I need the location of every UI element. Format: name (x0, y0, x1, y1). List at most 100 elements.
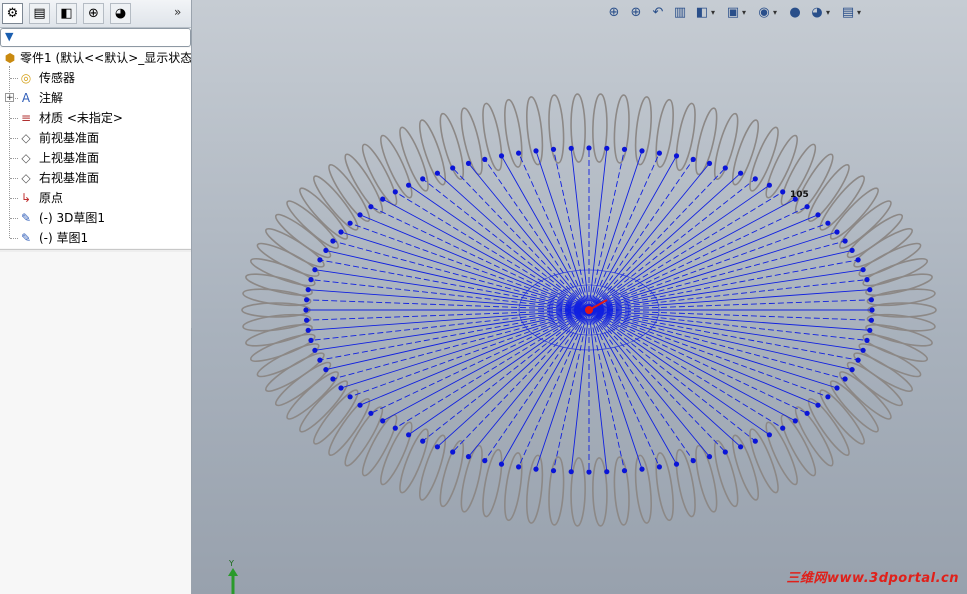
expand-icon[interactable]: + (5, 93, 14, 103)
section-view-icon[interactable]: ▥ (670, 2, 690, 22)
sketch-point (368, 410, 374, 416)
sketch-point (312, 347, 318, 353)
edit-appearance-icon[interactable]: ● (785, 2, 805, 22)
sketch-point (621, 468, 628, 474)
dimension-label[interactable]: 105 (790, 190, 809, 200)
graphics-area[interactable]: 105 Y ⊕ ⊕ ↶ ▥ ◧ ▾ ▣ ▾ ◉ ▾ ● ◕ ▾ ▤ ▾ 三维网www.3dportal.cn (192, 0, 967, 594)
sketch-point (868, 297, 875, 303)
sketch-point (864, 337, 870, 343)
dropdown-arrow-icon[interactable]: ▾ (857, 8, 861, 17)
dropdown-arrow-icon[interactable]: ▾ (742, 8, 746, 17)
tree-item-label: 上视基准面 (39, 151, 100, 165)
display-manager-tab[interactable]: ◕ (110, 3, 131, 24)
sketch-point (656, 150, 662, 156)
sketch-spoke (588, 309, 864, 351)
sketch-point (849, 247, 855, 253)
sketch-point (766, 432, 773, 438)
feature-filter-input[interactable]: ▼ (0, 28, 191, 47)
dimxpert-tab[interactable]: ⊕ (83, 3, 104, 24)
tree-branch-line (10, 118, 18, 119)
view-settings-icon[interactable]: ▤ (838, 2, 858, 22)
filter-icon[interactable]: ▼ (5, 30, 13, 43)
helix-coil (286, 200, 339, 249)
dropdown-arrow-icon[interactable]: ▾ (826, 8, 830, 17)
sketch-point (706, 160, 713, 166)
tree-item[interactable]: ◎ 传感器 (0, 68, 191, 88)
view-orientation-icon[interactable]: ◧ (692, 2, 712, 22)
featuremanager-tab[interactable]: ⚙ (2, 3, 23, 24)
hide-show-items-icon[interactable]: ◉ (754, 2, 774, 22)
watermark-text: 三维网www.3dportal.cn (786, 571, 959, 586)
tree-item[interactable]: ◇ 前视基准面 (0, 128, 191, 148)
sketch-point (338, 229, 344, 235)
sketch-point (392, 425, 398, 431)
tree-divider (0, 249, 191, 252)
sketch-point (834, 229, 840, 235)
dropdown-arrow-icon[interactable]: ▾ (773, 8, 777, 17)
sketch-point (308, 337, 314, 343)
tree-item-label: 右视基准面 (39, 171, 100, 185)
tree-branch-line (10, 78, 18, 79)
tree-root-part[interactable]: ⬢ 零件1 (默认<<默认>_显示状态 (0, 48, 191, 68)
sketch-point (303, 307, 309, 313)
sketch-point (842, 238, 848, 244)
part-icon: ⬢ (4, 51, 16, 65)
annotation-icon: A (21, 91, 31, 105)
tree-item[interactable]: ◇ 右视基准面 (0, 168, 191, 188)
sketch-point (368, 204, 374, 210)
sketch-point (465, 160, 472, 166)
helix-coil (592, 457, 608, 527)
helix-coil (829, 380, 879, 433)
helix-coil (713, 112, 739, 180)
tree-item[interactable]: ↳ 原点 (0, 188, 191, 208)
sketch-point (860, 347, 866, 353)
plane-icon: ◇ (21, 151, 31, 165)
sketch-point (482, 156, 488, 162)
tree-item-label: (-) 草图1 (39, 231, 89, 245)
zoom-to-fit-icon[interactable]: ⊕ (604, 2, 624, 22)
sketch-point (855, 357, 861, 363)
sketch-spoke (518, 309, 590, 468)
sketch-point (304, 317, 310, 323)
tree-branch-line (10, 198, 18, 199)
sketch-spoke (370, 309, 590, 414)
sketch-point (815, 402, 821, 408)
sketch-point (323, 247, 329, 253)
tree-branch-line (10, 218, 18, 219)
tree-item[interactable]: ≡ 材质 <未指定> (0, 108, 191, 128)
configurationmanager-tab[interactable]: ◧ (56, 3, 77, 24)
sketch-point (752, 176, 758, 182)
dropdown-arrow-icon[interactable]: ▾ (711, 8, 715, 17)
sketch-point (604, 469, 610, 475)
sketch-spoke (588, 309, 853, 371)
sketch-spoke (306, 309, 590, 321)
tree-item[interactable]: ◇ 上视基准面 (0, 148, 191, 168)
sketch-point (780, 425, 786, 431)
more-tabs-icon[interactable]: » (174, 5, 181, 19)
tree-item[interactable]: ✎ (-) 3D草图1 (0, 208, 191, 228)
tree-item-label: 传感器 (39, 71, 76, 85)
sketch-spoke (484, 309, 590, 461)
sketch-point (482, 458, 488, 464)
reference-triad: Y (228, 559, 238, 594)
zoom-to-area-icon[interactable]: ⊕ (626, 2, 646, 22)
sketch-point (842, 376, 848, 382)
previous-view-icon[interactable]: ↶ (648, 2, 668, 22)
sketch-point (498, 461, 505, 467)
sketch-point (804, 410, 810, 416)
model-canvas[interactable]: 105 Y (192, 0, 967, 594)
helix-coil (655, 98, 674, 168)
sketch-point (722, 165, 728, 171)
helix-coil (570, 93, 586, 163)
tree-item[interactable]: + A 注解 (0, 88, 191, 108)
sketch-point (305, 327, 311, 333)
display-style-icon[interactable]: ▣ (723, 2, 743, 22)
propertymanager-tab[interactable]: ▤ (29, 3, 50, 24)
sketch-point (357, 212, 363, 218)
sketch-point (312, 267, 318, 273)
tree-item[interactable]: ✎ (-) 草图1 (0, 228, 191, 248)
apply-scene-icon[interactable]: ◕ (807, 2, 827, 22)
sketch-point (639, 466, 645, 472)
sketch-point (392, 189, 398, 195)
sketch-point (330, 238, 336, 244)
